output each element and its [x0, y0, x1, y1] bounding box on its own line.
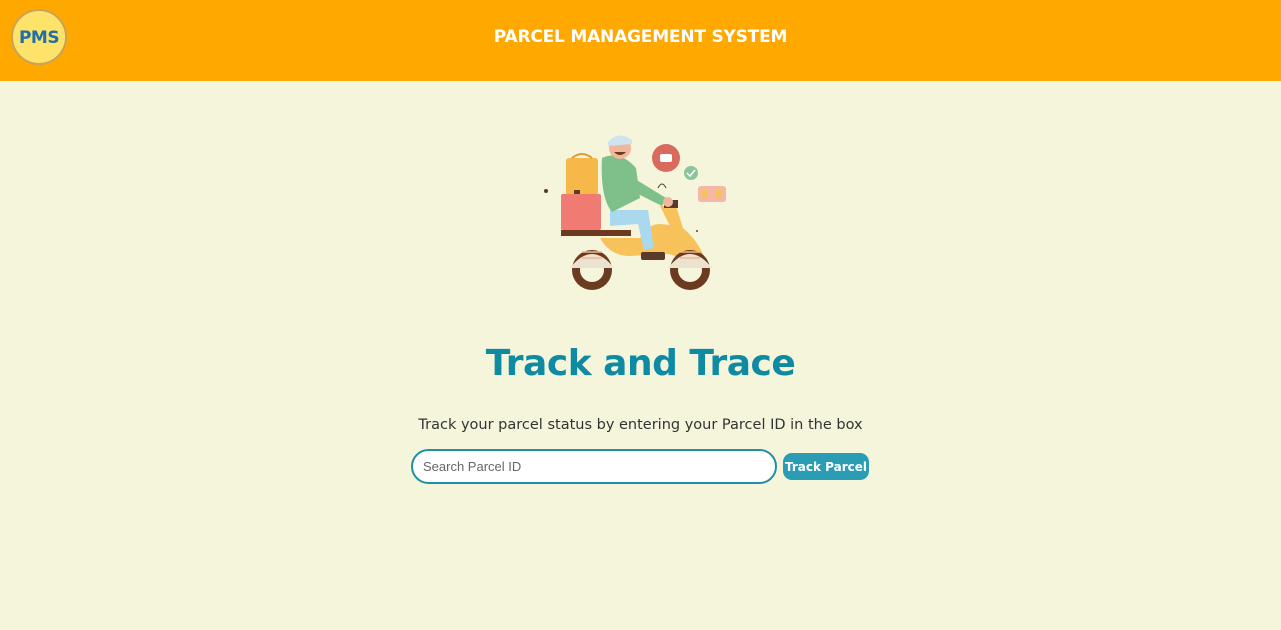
track-parcel-button[interactable]: Track Parcel [783, 453, 869, 480]
delivery-scooter-illustration [544, 135, 726, 290]
app-title: PARCEL MANAGEMENT SYSTEM [493, 27, 788, 47]
parcel-id-search-input[interactable] [411, 449, 777, 484]
top-header: PMS PARCEL MANAGEMENT SYSTEM [0, 0, 1281, 81]
instruction-text: Track your parcel status by entering you… [418, 417, 863, 433]
page-heading: Track and Trace [485, 343, 796, 384]
